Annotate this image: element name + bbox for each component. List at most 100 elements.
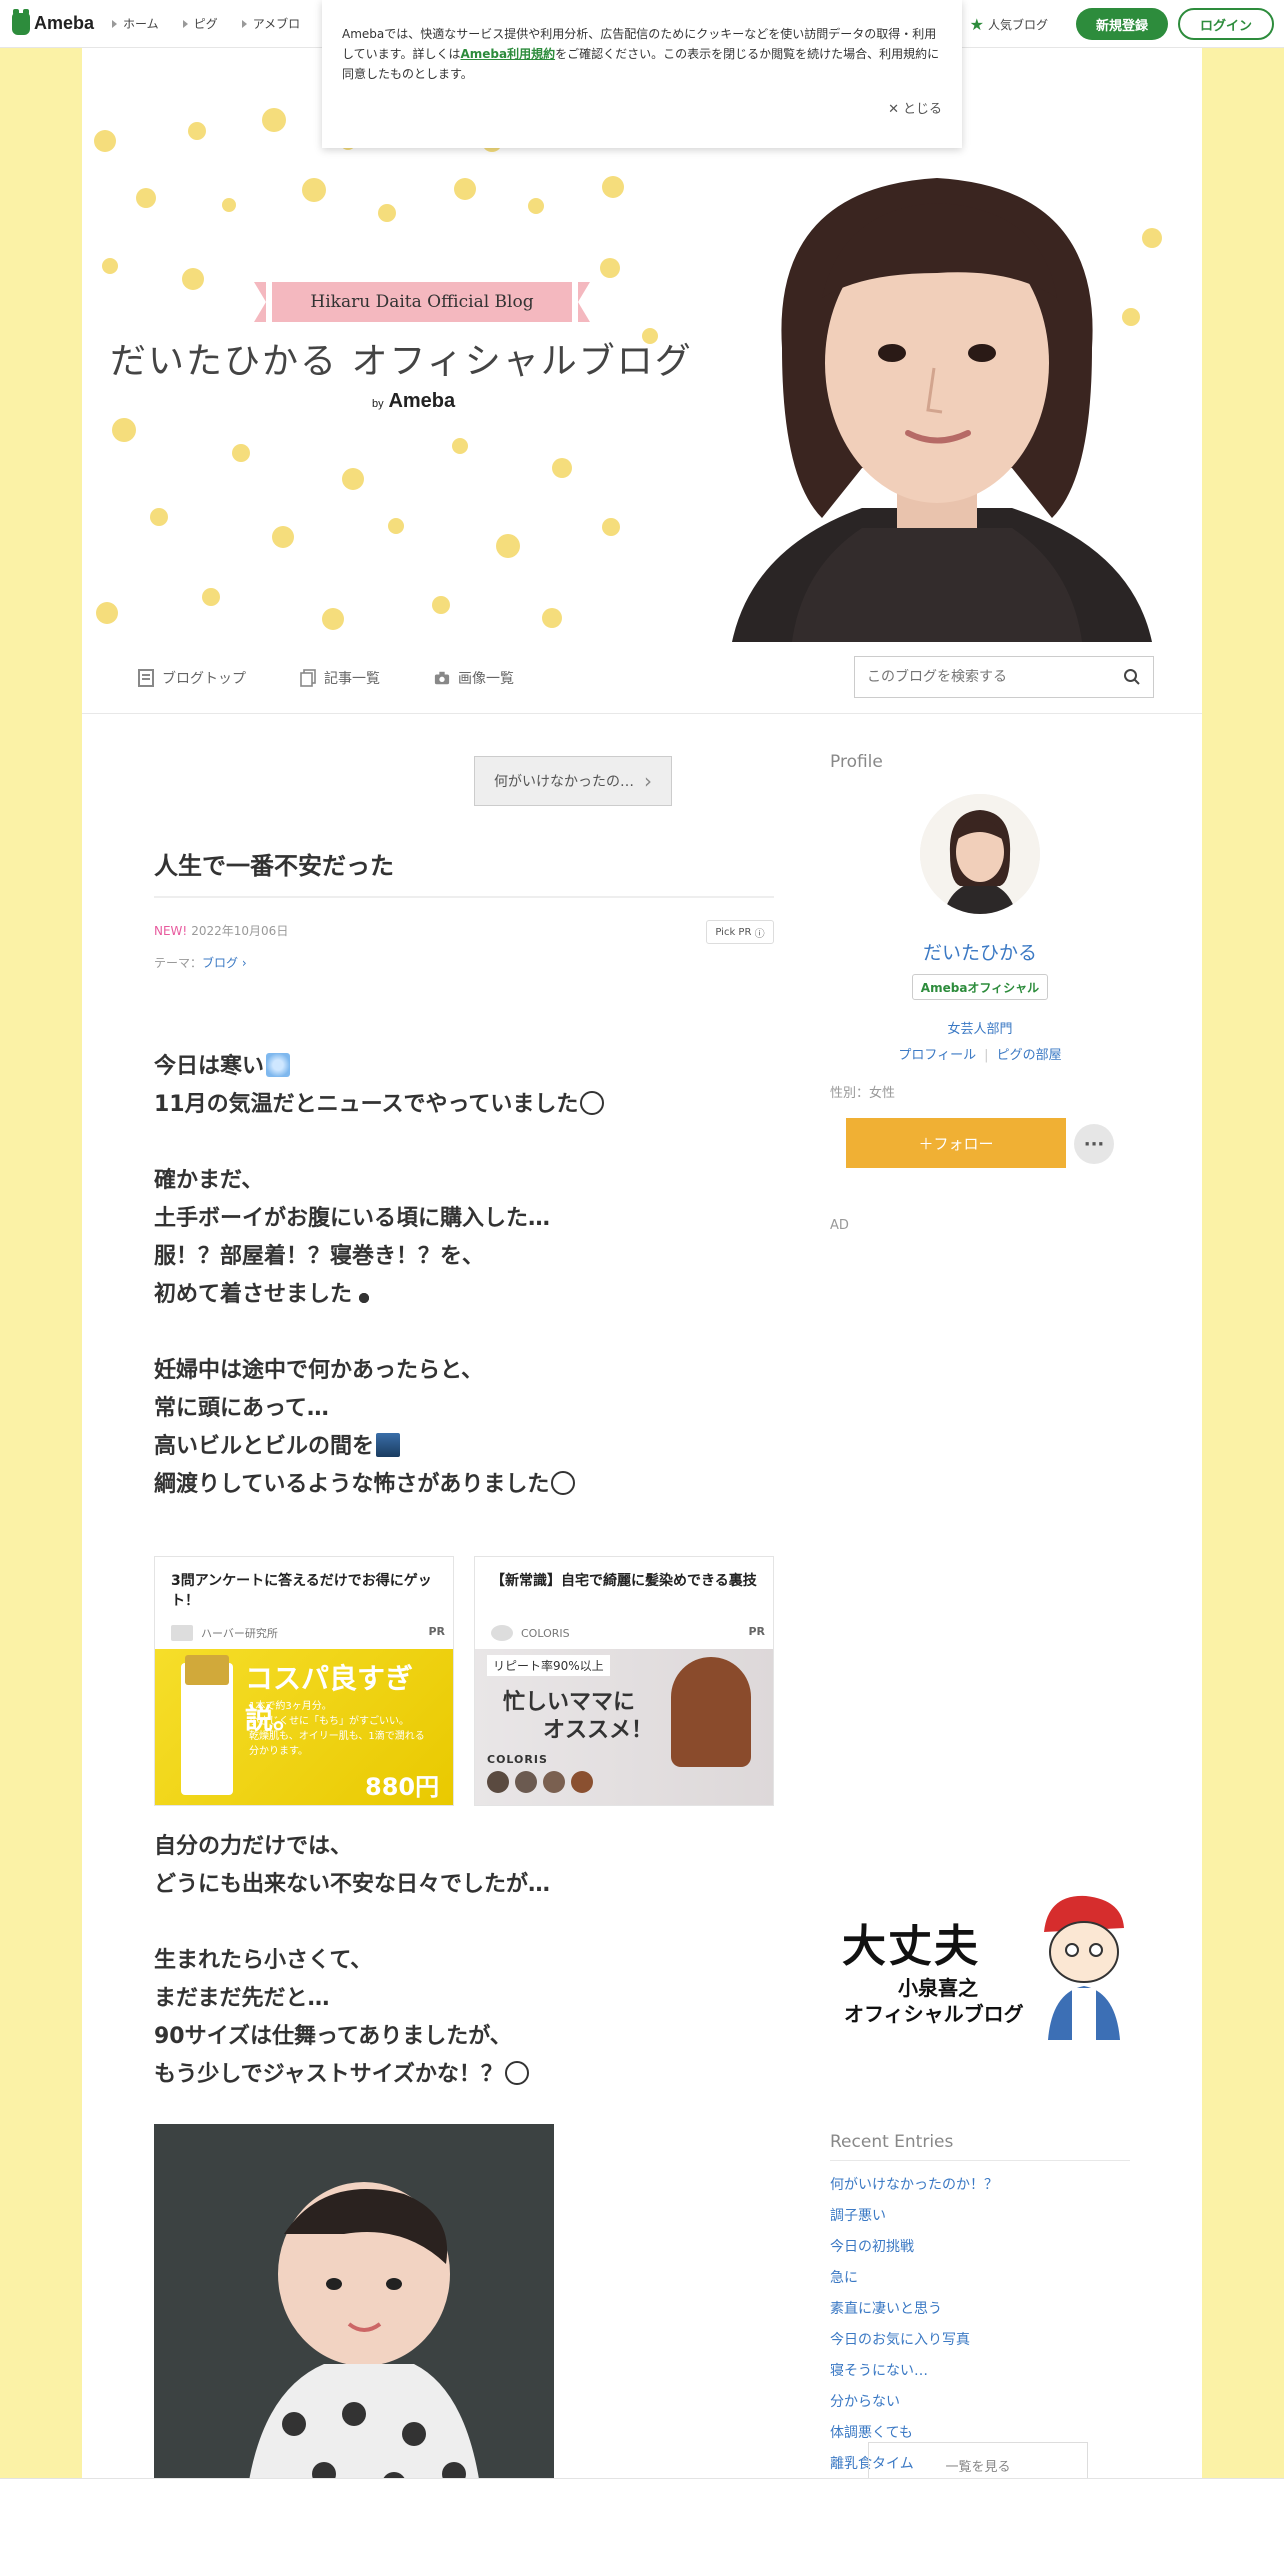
hair-photo	[671, 1657, 751, 1767]
ad-title: 【新常識】自宅で綺麗に髪染めできる裏技	[491, 1573, 757, 1589]
chevron-right-icon: ›	[644, 769, 652, 793]
ad-title: 3問アンケートに答えるだけでお得にゲット！	[171, 1573, 432, 1609]
nav-ameblo[interactable]: アメブロ	[241, 15, 301, 32]
cookie-banner: Amebaでは、快適なサービス提供や利用分析、広告配信のためにクッキーなどを使い…	[322, 0, 962, 148]
follow-button[interactable]: ＋フォロー	[846, 1118, 1066, 1168]
color-swatch	[487, 1771, 509, 1793]
ad-tag: リピート率90%以上	[487, 1655, 610, 1676]
recent-entry-link[interactable]: 今日の初挑戦	[830, 2236, 914, 2256]
ad-headline-line: オススメ！	[543, 1718, 654, 1743]
ameba-mark-icon	[12, 8, 30, 35]
nav-home[interactable]: ホーム	[112, 15, 159, 32]
text-span: 初めて着させました	[154, 1282, 353, 1307]
ad-label: AD	[830, 1218, 849, 1233]
prev-entry-label: 何がいけなかったの…	[494, 774, 634, 790]
register-button[interactable]: 新規登録	[1075, 8, 1168, 40]
article-theme: テーマ：ブログ ›	[154, 954, 247, 971]
ad-headline: 忙しいママに オススメ！	[503, 1689, 653, 1745]
info-icon: ⓘ	[754, 928, 765, 940]
ad-source-name: ハーバー研究所	[201, 1627, 278, 1640]
ad-headline-line: 忙しいママに	[503, 1690, 636, 1715]
ad-source: ハーバー研究所	[155, 1619, 453, 1647]
smile-emoji-icon	[551, 1471, 576, 1495]
prev-entry-button[interactable]: 何がいけなかったの… ›	[474, 756, 672, 806]
paragraph: 確かまだ、 土手ボーイがお腹にいる頃に購入した… 服！？部屋着！？寝巻き！？を、…	[154, 1162, 550, 1314]
recent-entry-link[interactable]: 寝そうにない…	[830, 2360, 928, 2380]
text-line: もう少しでジャストサイズかな！？	[154, 2056, 529, 2094]
genre-link[interactable]: 女芸人部門	[830, 1018, 1130, 1037]
ad-image: リピート率90%以上 忙しいママに オススメ！ COLORIS	[475, 1649, 773, 1805]
text-span: 今日は寒い	[154, 1054, 265, 1079]
text-line: 綱渡りしているような怖さがありました	[154, 1466, 576, 1504]
ad-brand: COLORIS	[487, 1753, 548, 1766]
character-illustration-icon	[1044, 1895, 1124, 2040]
text-span: もう少しでジャストサイズかな！？	[154, 2062, 503, 2087]
text-line: 服！？部屋着！？寝巻き！？を、	[154, 1244, 485, 1269]
profile-heading: Profile	[830, 752, 883, 772]
sidebar-banner[interactable]: 大丈夫 小泉喜之 オフィシャルブログ	[838, 1888, 1134, 2040]
pickpr-button[interactable]: Pick PR ⓘ	[706, 920, 774, 944]
recent-entry-link[interactable]: 体調悪くても	[830, 2422, 913, 2442]
text-line: 生まれたら小さくて、	[154, 1948, 373, 1973]
ad-subtext: 1本で約3ヶ月分。 小さじくせに「もち」がすごいい。 乾燥肌も、オイリー肌も、1…	[249, 1699, 425, 1759]
article-date: 2022年10月06日	[191, 924, 289, 938]
ad-source: COLORIS	[475, 1619, 773, 1647]
recent-entry-link[interactable]: 急に	[830, 2267, 858, 2287]
avatar-image	[920, 794, 1040, 914]
banner-line: 小泉喜之	[898, 1976, 978, 2000]
header-actions: ★ 人気ブログ 新規登録 ログイン	[970, 8, 1274, 40]
nav-ameblo-label: アメブロ	[252, 17, 301, 31]
cookie-close-button[interactable]: ✕ とじる	[888, 100, 942, 120]
article-photo[interactable]	[154, 2124, 554, 2520]
login-button[interactable]: ログイン	[1177, 8, 1274, 40]
recent-entry-link[interactable]: 何がいけなかったのか！？	[830, 2174, 998, 2194]
recent-entry-link[interactable]: 素直に凄いと思う	[830, 2298, 942, 2318]
chevron-right-icon: ›	[238, 956, 247, 970]
text-span: 綱渡りしているような怖さがありました	[154, 1472, 550, 1497]
more-options-button[interactable]: ···	[1074, 1124, 1114, 1164]
ad-price: 880円	[365, 1773, 440, 1801]
color-swatch	[543, 1771, 565, 1793]
divider: |	[984, 1048, 989, 1063]
profile-name[interactable]: だいたひかる	[830, 938, 1130, 965]
triangle-right-icon	[241, 19, 247, 28]
ad-subtext-line: 分かります。	[249, 1746, 308, 1757]
paragraph: 自分の力だけでは、 どうにも出来ない不安な日々でしたが…	[154, 1828, 550, 1904]
text-span: 11月の気温だとニュースでやっていました	[154, 1092, 579, 1117]
recent-entry-link[interactable]: 分からない	[830, 2391, 900, 2411]
recent-entry-link[interactable]: 調子悪い	[830, 2205, 886, 2225]
text-line: 常に頭にあって…	[154, 1396, 329, 1421]
content-area: 何がいけなかったの… › 人生で一番不安だった NEW! 2022年10月06日 …	[82, 48, 1202, 2568]
terms-link[interactable]: Ameba利用規約	[460, 47, 555, 61]
banner-line: 大丈夫	[842, 1921, 980, 1972]
ad-source-name: COLORIS	[521, 1626, 570, 1640]
star-icon: ★	[969, 14, 984, 34]
ad-card-haba[interactable]: 3問アンケートに答えるだけでお得にゲット！ ハーバー研究所 PR コスパ良すぎ説…	[154, 1556, 454, 1806]
nav-pigg[interactable]: ピグ	[182, 15, 218, 32]
snowflake-icon	[266, 1053, 291, 1077]
ad-image: コスパ良すぎ説。 1本で約3ヶ月分。 小さじくせに「もち」がすごいい。 乾燥肌も…	[155, 1649, 453, 1805]
popular-blog-link[interactable]: ★ 人気ブログ	[970, 15, 1048, 34]
paragraph: 生まれたら小さくて、 まだまだ先だと… 90サイズは仕舞ってありましたが、 もう…	[154, 1942, 529, 2094]
ad-card-coloris[interactable]: 【新常識】自宅で綺麗に髪染めできる裏技 COLORIS PR リピート率90%以…	[474, 1556, 774, 1806]
title-divider	[154, 896, 774, 898]
pig-room-link[interactable]: ピグの部屋	[997, 1048, 1062, 1063]
profile-avatar[interactable]	[920, 794, 1040, 914]
theme-link[interactable]: ブログ	[202, 956, 238, 970]
recent-entry-link[interactable]: 今日のお気に入り写真	[830, 2329, 970, 2349]
text-line: 妊婦中は途中で何かあったらと、	[154, 1358, 484, 1383]
logo-text: Ameba	[34, 13, 95, 33]
gender: 性別：女性	[830, 1086, 896, 1101]
ad-subtext-line: 1本で約3ヶ月分。	[249, 1701, 332, 1712]
profile-link[interactable]: プロフィール	[898, 1048, 976, 1063]
text-line: 今日は寒い	[154, 1048, 604, 1086]
recent-divider	[830, 2160, 1130, 2161]
paragraph: 今日は寒い 11月の気温だとニュースでやっていました	[154, 1048, 605, 1124]
text-span: 高いビルとビルの間を	[154, 1434, 375, 1459]
official-badge: Amebaオフィシャル	[912, 974, 1048, 1000]
text-line: まだまだ先だと…	[154, 1986, 330, 2011]
pr-label: PR	[428, 1625, 445, 1638]
recent-heading: Recent Entries	[830, 2132, 954, 2152]
ameba-logo[interactable]: Ameba	[12, 8, 95, 35]
bottom-bar	[0, 2478, 1284, 2568]
